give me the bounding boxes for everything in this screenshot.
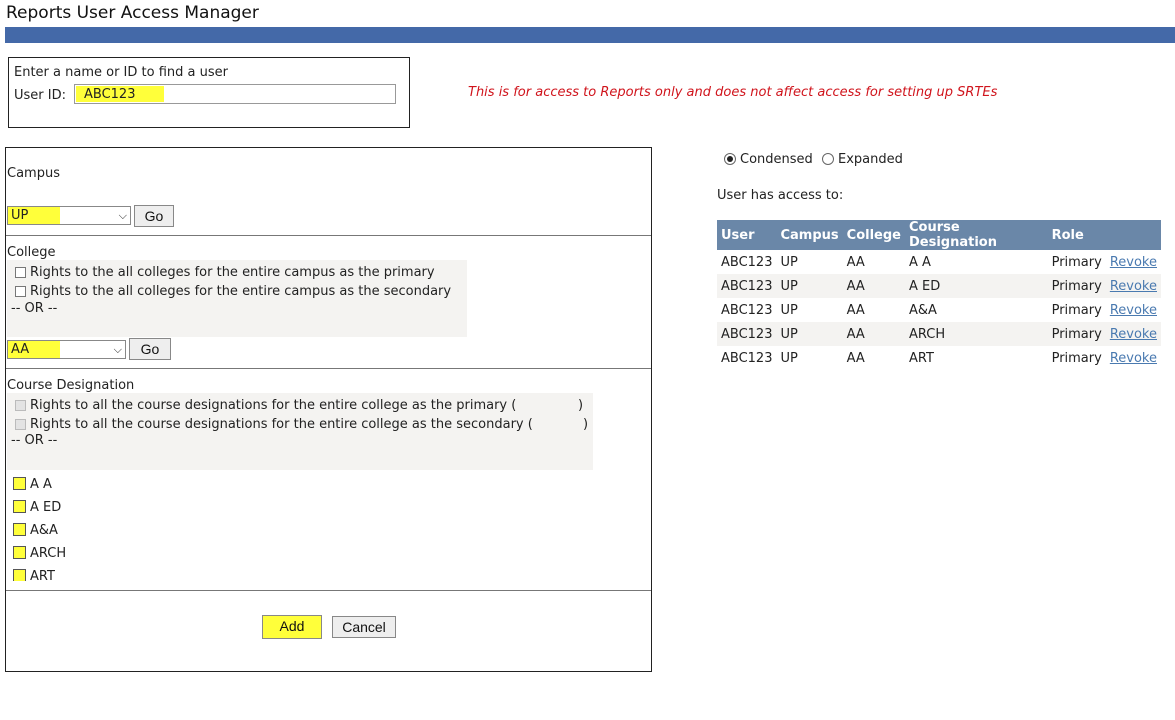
campus-select[interactable]: UP ⌵ [7, 206, 131, 225]
user-cell: ABC123 [721, 302, 773, 318]
divider [6, 590, 651, 591]
course-checkbox[interactable] [13, 500, 26, 513]
table-row: ABC123 UP AA ART Primary Revoke [717, 346, 1161, 370]
access-heading: User has access to: [717, 188, 844, 203]
user-cell: ABC123 [717, 322, 777, 346]
table-row: ABC123 UP AA A&A Primary Revoke [717, 298, 1161, 322]
lookup-prompt: Enter a name or ID to find a user [14, 65, 228, 80]
access-form: Campus UP ⌵ Go College Rights to the all… [5, 147, 652, 672]
college-label: College [7, 245, 56, 260]
expanded-label: Expanded [838, 152, 903, 167]
college-rights-primary-label: Rights to the all colleges for the entir… [30, 265, 435, 280]
course-item-label: A ED [30, 500, 62, 515]
campus-cell: UP [776, 274, 843, 298]
college-go-button[interactable]: Go [129, 338, 171, 360]
condensed-radio[interactable] [724, 153, 736, 165]
column-header: Role [1047, 220, 1161, 250]
course-cell: A ED [904, 274, 1048, 298]
course-rights-secondary-checkbox[interactable] [15, 419, 26, 430]
role-cell: Primary [1047, 322, 1106, 346]
course-checkbox[interactable] [13, 477, 26, 490]
userid-input[interactable]: ABC123 [74, 84, 396, 104]
course-rights-panel: Rights to all the course designations fo… [7, 393, 593, 470]
course-rights-secondary-label: Rights to all the course designations fo… [30, 417, 533, 432]
college-rights-secondary-checkbox[interactable] [15, 286, 26, 297]
campus-select-value: UP [11, 208, 29, 223]
page-title: Reports User Access Manager [6, 3, 259, 23]
condensed-label: Condensed [740, 152, 813, 167]
course-rights-primary-checkbox[interactable] [15, 400, 26, 411]
course-rights-secondary-close: ) [583, 417, 589, 432]
campus-cell: UP [780, 254, 798, 270]
college-rights-primary-checkbox[interactable] [15, 267, 26, 278]
column-header: Campus [776, 220, 843, 250]
college-cell: AA [846, 302, 865, 318]
revoke-link[interactable]: Revoke [1110, 279, 1157, 294]
college-rights-secondary-label: Rights to the all colleges for the entir… [30, 284, 452, 299]
college-or-separator: -- OR -- [11, 301, 58, 316]
table-row: ABC123 UP AA ARCH Primary Revoke [717, 322, 1161, 346]
campus-cell: UP [776, 322, 843, 346]
course-item-label: ARCH [30, 546, 67, 561]
course-rights-primary-label: Rights to all the course designations fo… [30, 398, 517, 413]
chevron-down-icon: ⌵ [113, 343, 122, 356]
course-rights-primary-close: ) [578, 398, 584, 413]
access-table: User Campus College Course Designation R… [717, 220, 1161, 370]
divider [6, 368, 651, 369]
table-row: ABC123 UP AA A A Primary Revoke [717, 250, 1161, 274]
radio-selected-dot [727, 156, 733, 162]
role-cell: Primary [1051, 254, 1102, 270]
college-cell: AA [846, 254, 865, 270]
user-cell: ABC123 [721, 350, 773, 366]
column-header: User [717, 220, 777, 250]
title-bar [5, 27, 1175, 43]
course-item-label: ART [30, 569, 55, 581]
add-button[interactable]: Add [262, 615, 322, 639]
course-cell: ARCH [904, 322, 1048, 346]
revoke-link[interactable]: Revoke [1110, 351, 1157, 366]
column-header: Course Designation [904, 220, 1048, 250]
college-select-value: AA [11, 342, 30, 357]
reports-only-notice: This is for access to Reports only and d… [468, 85, 998, 100]
chevron-down-icon: ⌵ [118, 209, 127, 222]
role-cell: Primary [1047, 274, 1106, 298]
course-designation-label: Course Designation [7, 378, 135, 393]
table-row: ABC123 UP AA A ED Primary Revoke [717, 274, 1161, 298]
revoke-link[interactable]: Revoke [1110, 303, 1157, 318]
revoke-link[interactable]: Revoke [1110, 327, 1157, 342]
course-checkbox[interactable] [13, 569, 26, 581]
college-cell: AA [842, 322, 905, 346]
divider [6, 235, 651, 236]
revoke-link[interactable]: Revoke [1110, 255, 1157, 270]
campus-cell: UP [780, 350, 798, 366]
college-cell: AA [846, 350, 865, 366]
college-cell: AA [842, 274, 905, 298]
table-header-row: User Campus College Course Designation R… [717, 220, 1161, 250]
college-select[interactable]: AA ⌵ [7, 340, 126, 359]
user-lookup-panel: Enter a name or ID to find a user User I… [8, 57, 410, 128]
college-rights-panel: Rights to the all colleges for the entir… [7, 260, 467, 337]
course-item-label: A&A [30, 523, 58, 538]
user-cell: ABC123 [721, 254, 773, 270]
campus-go-button[interactable]: Go [134, 205, 174, 227]
course-or-separator: -- OR -- [11, 433, 58, 448]
userid-label: User ID: [14, 88, 66, 103]
course-cell: A&A [908, 302, 937, 318]
cancel-button[interactable]: Cancel [332, 616, 396, 638]
course-checkbox[interactable] [13, 523, 26, 536]
course-list: A A A ED A&A ARCH ART [13, 476, 213, 581]
expanded-radio[interactable] [822, 153, 834, 165]
column-header: College [842, 220, 905, 250]
user-cell: ABC123 [717, 274, 777, 298]
campus-label: Campus [7, 166, 60, 181]
role-cell: Primary [1051, 302, 1102, 318]
course-cell: ART [908, 350, 934, 366]
course-checkbox[interactable] [13, 546, 26, 559]
course-cell: A A [908, 254, 931, 270]
role-cell: Primary [1051, 350, 1102, 366]
course-item-label: A A [30, 477, 52, 492]
view-toggle: Condensed Expanded [722, 151, 922, 169]
userid-value: ABC123 [84, 87, 136, 102]
campus-cell: UP [780, 302, 798, 318]
